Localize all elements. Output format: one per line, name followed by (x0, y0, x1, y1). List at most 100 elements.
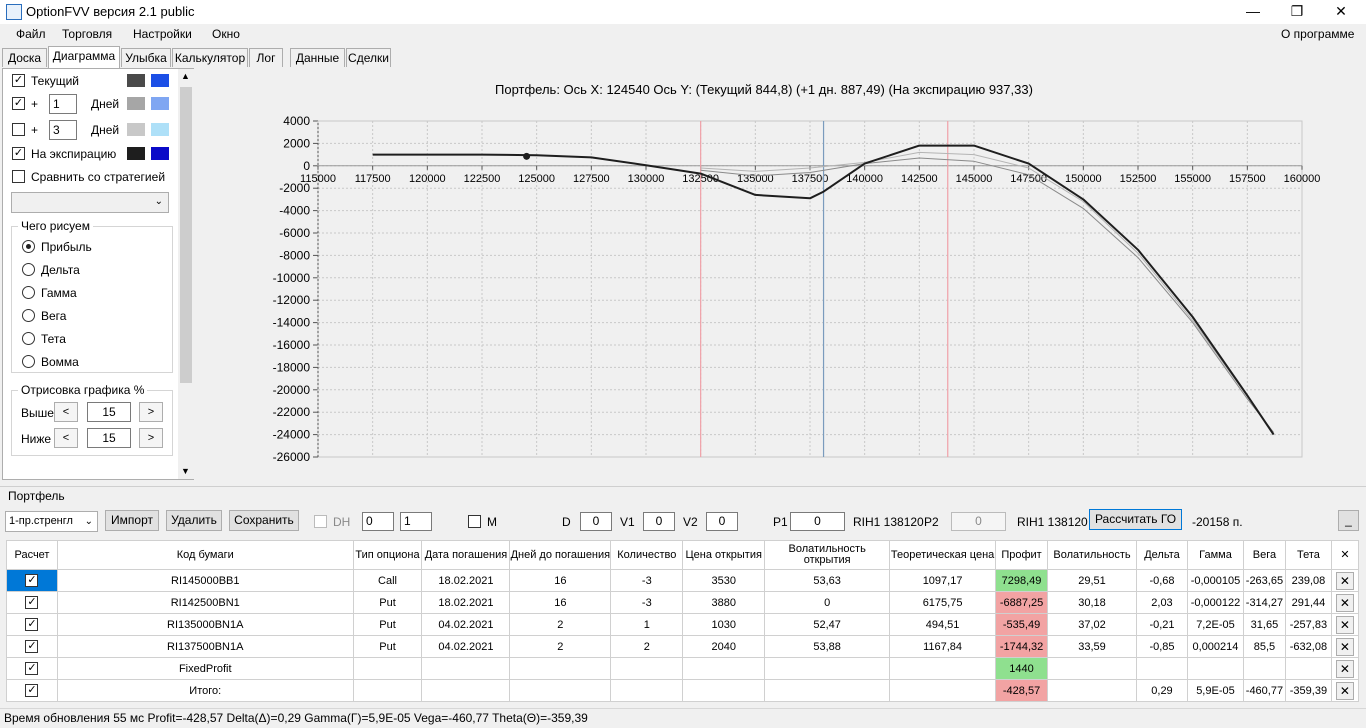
menu-settings[interactable]: Настройки (133, 27, 192, 41)
calc-checkbox[interactable]: ✓ (25, 618, 39, 631)
below-decrease-button[interactable]: < (54, 428, 78, 448)
table-row[interactable]: ✓ RI145000BB1 Call 18.02.2021 16 -3 3530 53,63 1… (6, 569, 1360, 592)
days1-input[interactable]: 1 (49, 94, 77, 114)
d-input[interactable]: 0 (580, 512, 612, 531)
remove-row-button[interactable]: ✕ (1335, 615, 1354, 634)
tab-board[interactable]: Доска (2, 48, 47, 67)
import-button[interactable]: Импорт (105, 510, 159, 531)
tab-smile[interactable]: Улыбка (121, 48, 171, 67)
column-header[interactable]: Волатильность открытия (764, 540, 891, 570)
dh-spin-1[interactable]: 0 (362, 512, 394, 531)
days2-color-swatch-2[interactable] (151, 123, 169, 136)
table-row[interactable]: ✓ FixedProfit 1440 ✕ (6, 657, 1360, 680)
above-increase-button[interactable]: > (139, 402, 163, 422)
calc-checkbox[interactable]: ✓ (25, 640, 39, 653)
table-cell[interactable]: ✓ (6, 591, 58, 614)
tab-data[interactable]: Данные (290, 48, 345, 67)
table-cell[interactable]: ✕ (1330, 569, 1360, 592)
current-checkbox[interactable]: ✓ (12, 74, 25, 87)
column-header[interactable]: Гамма (1186, 540, 1244, 570)
radio-gamma[interactable] (22, 286, 35, 299)
tab-log[interactable]: Лог (249, 48, 283, 67)
radio-delta[interactable] (22, 263, 35, 276)
calculate-go-button[interactable]: Рассчитать ГО (1089, 509, 1182, 530)
calc-checkbox[interactable]: ✓ (25, 596, 39, 609)
dh-spin-2[interactable]: 1 (400, 512, 432, 531)
table-cell[interactable]: ✓ (6, 613, 58, 636)
table-row[interactable]: ✓ RI142500BN1 Put 18.02.2021 16 -3 3880 0 6175,7… (6, 591, 1360, 614)
m-checkbox[interactable] (468, 515, 481, 528)
dh-checkbox[interactable] (314, 515, 327, 528)
scroll-up-icon[interactable]: ▲ (181, 71, 190, 81)
collapse-portfolio-button[interactable]: _ (1338, 510, 1359, 531)
column-header[interactable]: ✕ (1330, 540, 1360, 570)
column-header[interactable]: Цена открытия (682, 540, 766, 570)
table-cell[interactable]: ✓ (6, 569, 58, 592)
table-cell[interactable]: ✕ (1330, 613, 1360, 636)
current-color-swatch-2[interactable] (151, 74, 169, 87)
save-button[interactable]: Сохранить (229, 510, 299, 531)
table-cell[interactable]: ✕ (1330, 679, 1360, 702)
calc-checkbox[interactable]: ✓ (25, 684, 39, 697)
menu-window[interactable]: Окно (212, 27, 240, 41)
column-header[interactable]: Количество (610, 540, 684, 570)
column-header[interactable]: Код бумаги (56, 540, 354, 570)
column-header[interactable]: Тета (1284, 540, 1332, 570)
table-cell[interactable]: ✓ (6, 635, 58, 658)
compare-checkbox[interactable] (12, 170, 25, 183)
days1-color-swatch-2[interactable] (151, 97, 169, 110)
expiration-checkbox[interactable]: ✓ (12, 147, 25, 160)
column-header[interactable]: Профит (995, 540, 1049, 570)
radio-vomma[interactable] (22, 355, 35, 368)
close-button[interactable]: ✕ (1318, 0, 1364, 24)
p2-input[interactable]: 0 (951, 512, 1006, 531)
above-input[interactable]: 15 (87, 402, 131, 422)
maximize-button[interactable]: ❐ (1274, 0, 1320, 24)
radio-profit[interactable] (22, 240, 35, 253)
column-header[interactable]: Дата погашения (421, 540, 511, 570)
remove-row-button[interactable]: ✕ (1335, 659, 1354, 678)
radio-vega[interactable] (22, 309, 35, 322)
table-row[interactable]: ✓ RI135000BN1A Put 04.02.2021 2 1 1030 52,47 494… (6, 613, 1360, 636)
p1-input[interactable]: 0 (790, 512, 845, 531)
remove-row-button[interactable]: ✕ (1335, 593, 1354, 612)
calc-checkbox[interactable]: ✓ (25, 574, 39, 587)
column-header[interactable]: Дельта (1136, 540, 1188, 570)
scroll-down-icon[interactable]: ▼ (181, 466, 190, 476)
column-header[interactable]: Тип опциона (352, 540, 423, 570)
below-increase-button[interactable]: > (139, 428, 163, 448)
tab-deals[interactable]: Сделки (346, 48, 391, 67)
minimize-button[interactable]: — (1230, 0, 1276, 24)
days1-color-swatch[interactable] (127, 97, 145, 110)
above-decrease-button[interactable]: < (54, 402, 78, 422)
days2-color-swatch[interactable] (127, 123, 145, 136)
expiration-color-swatch[interactable] (127, 147, 145, 160)
menu-file[interactable]: Файл (16, 27, 46, 41)
tab-calculator[interactable]: Калькулятор (172, 48, 248, 67)
table-cell[interactable]: ✕ (1330, 635, 1360, 658)
current-color-swatch[interactable] (127, 74, 145, 87)
remove-row-button[interactable]: ✕ (1335, 681, 1354, 700)
strategy-compare-select[interactable]: ⌄ (11, 192, 169, 213)
remove-row-button[interactable]: ✕ (1335, 571, 1354, 590)
table-cell[interactable]: ✓ (6, 679, 58, 702)
expiration-color-swatch-2[interactable] (151, 147, 169, 160)
column-header[interactable]: Теоретическая цена (889, 540, 997, 570)
left-panel-scroll-thumb[interactable] (180, 87, 192, 383)
days2-checkbox[interactable] (12, 123, 25, 136)
radio-theta[interactable] (22, 332, 35, 345)
column-header[interactable]: Дней до погашения (509, 540, 612, 570)
v2-input[interactable]: 0 (706, 512, 738, 531)
table-cell[interactable]: ✕ (1330, 591, 1360, 614)
table-row[interactable]: ✓ Итого: -428,57 0,29 5,9E-05 -460,77 -359,39 ✕ (6, 679, 1360, 702)
table-cell[interactable]: ✓ (6, 657, 58, 680)
menu-about[interactable]: О программе (1281, 27, 1354, 41)
column-header[interactable]: Волатильность (1047, 540, 1137, 570)
table-row[interactable]: ✓ RI137500BN1A Put 04.02.2021 2 2 2040 53,88 116… (6, 635, 1360, 658)
calc-checkbox[interactable]: ✓ (25, 662, 39, 675)
days1-checkbox[interactable]: ✓ (12, 97, 25, 110)
days2-input[interactable]: 3 (49, 120, 77, 140)
tab-diagram[interactable]: Диаграмма (48, 46, 120, 68)
table-cell[interactable]: ✕ (1330, 657, 1360, 680)
column-header[interactable]: Вега (1242, 540, 1286, 570)
